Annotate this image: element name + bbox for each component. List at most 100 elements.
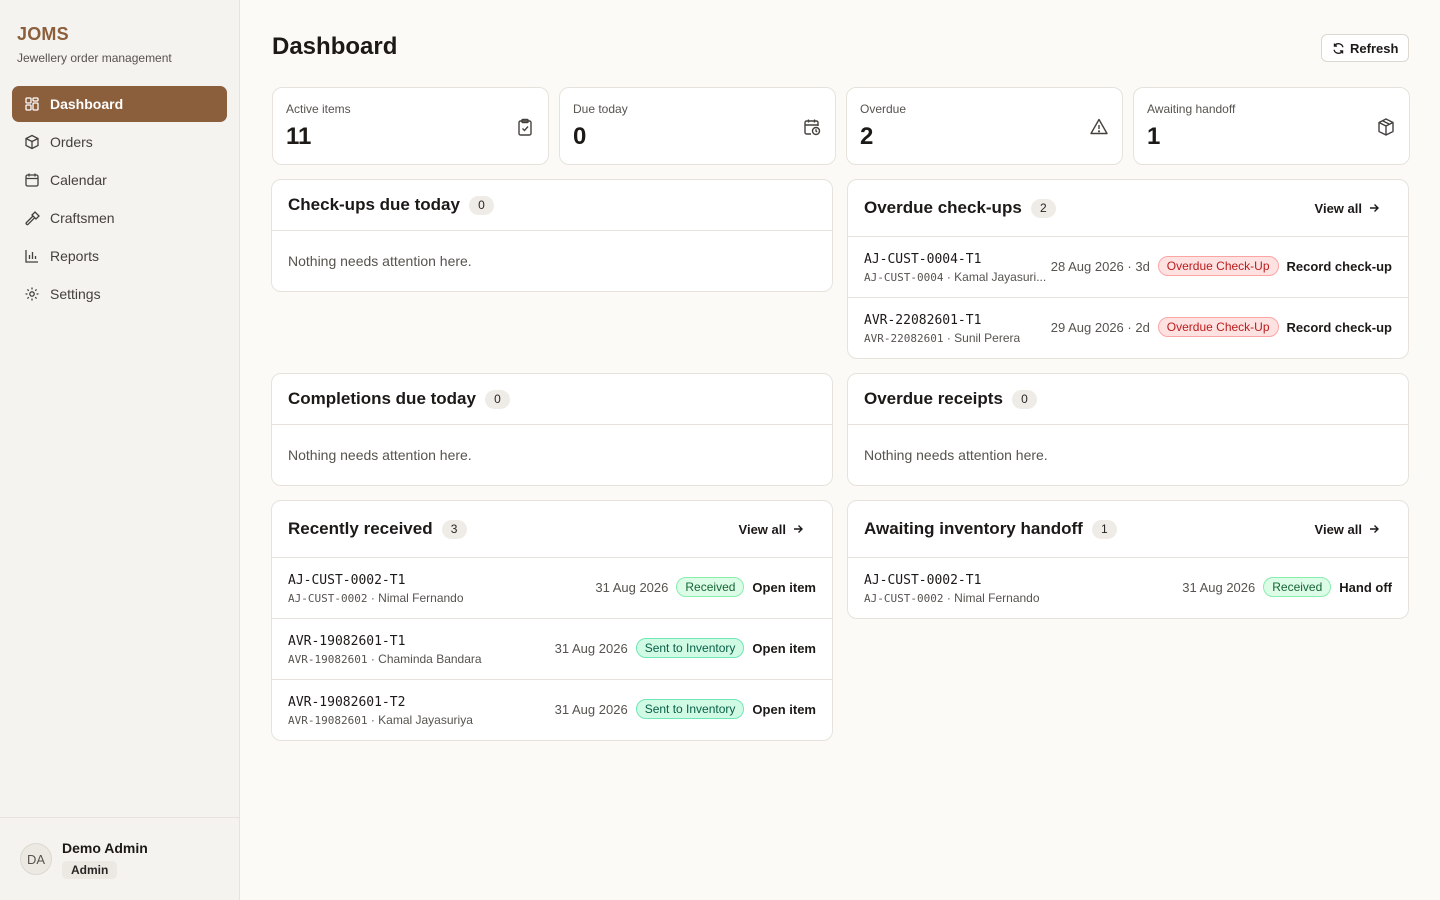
count-badge: 0 (484, 389, 510, 409)
sidebar-item-craftsmen[interactable]: Craftsmen (12, 200, 227, 236)
calendar-icon (25, 173, 39, 187)
sidebar-item-settings[interactable]: Settings (12, 276, 227, 312)
sidebar-item-label: Reports (50, 248, 100, 264)
view-all-label: View all (1314, 200, 1362, 216)
refresh-icon (1333, 42, 1344, 54)
table-row[interactable]: AJ-CUST-0002-T1 AJ-CUST-0002 · Nimal Fer… (848, 558, 1408, 618)
refresh-button[interactable]: Refresh (1321, 34, 1410, 62)
overdue-checkups-card: Overdue check-ups 2 View all AJ-CUST-000… (847, 179, 1409, 359)
table-row[interactable]: AVR-19082601-T2 AVR-19082601 · Kamal Jay… (272, 680, 832, 740)
stat-label: Due today (573, 102, 628, 116)
refresh-label: Refresh (1350, 40, 1399, 56)
table-row[interactable]: AVR-19082601-T1 AVR-19082601 · Chaminda … (272, 619, 832, 680)
card-header: Overdue receipts 0 (848, 374, 1408, 425)
item-id: AVR-22082601-T1 (864, 313, 982, 328)
count-badge: 0 (468, 195, 494, 215)
hand-off-button[interactable]: Hand off (1339, 580, 1392, 595)
empty-state: Nothing needs attention here. (288, 447, 472, 463)
table-row[interactable]: AJ-CUST-0002-T1 AJ-CUST-0002 · Nimal Fer… (272, 558, 832, 619)
sidebar-item-label: Dashboard (50, 96, 124, 112)
card-header: Check-ups due today 0 (272, 180, 832, 231)
view-all-link[interactable]: View all (1315, 201, 1380, 216)
stat-value: 2 (860, 123, 874, 150)
card-title: Completions due today (288, 389, 476, 408)
view-all-link[interactable]: View all (1315, 522, 1380, 537)
completions-due-today-card: Completions due today 0 Nothing needs at… (271, 373, 833, 486)
table-row[interactable]: AVR-22082601-T1 AVR-22082601 · Sunil Per… (848, 298, 1408, 358)
row-meta: 31 Aug 2026 Received Hand off (1182, 577, 1392, 597)
stat-label: Awaiting handoff (1147, 102, 1236, 116)
card-title: Overdue check-ups (864, 198, 1022, 217)
item-subtitle: AVR-22082601 · Sunil Perera (864, 331, 1021, 345)
stat-card-awaiting-handoff: Awaiting handoff 1 (1133, 87, 1410, 165)
status-badge: Sent to Inventory (635, 699, 745, 719)
stat-card-active-items: Active items 11 (272, 87, 549, 165)
status-badge: Received (1263, 577, 1332, 597)
record-checkup-button[interactable]: Record check-up (1287, 259, 1392, 274)
item-subtitle: AJ-CUST-0002 · Nimal Fernando (864, 591, 1040, 605)
empty-state: Nothing needs attention here. (288, 253, 472, 269)
card-title: Overdue receipts (864, 389, 1003, 408)
item-id: AJ-CUST-0002-T1 (288, 573, 406, 588)
sidebar-item-dashboard[interactable]: Dashboard (12, 86, 227, 122)
count-badge: 0 (1011, 389, 1037, 409)
stat-label: Overdue (860, 102, 907, 116)
sidebar-item-label: Orders (50, 134, 93, 150)
sidebar-item-reports[interactable]: Reports (12, 238, 227, 274)
count-badge: 3 (441, 519, 467, 539)
stat-value: 0 (573, 123, 587, 150)
received-date: 31 Aug 2026 (554, 640, 628, 656)
item-subtitle: AJ-CUST-0002 · Nimal Fernando (288, 591, 464, 605)
item-subtitle: AJ-CUST-0004 · Kamal Jayasuri... (864, 270, 1047, 284)
card-title: Recently received (288, 519, 433, 538)
open-item-button[interactable]: Open item (752, 580, 816, 595)
empty-state: Nothing needs attention here. (864, 447, 1048, 463)
sidebar-nav: Dashboard Orders Calendar Craftsmen Repo… (12, 86, 227, 314)
card-header: Recently received 3 View all (272, 501, 832, 558)
sidebar-item-label: Settings (50, 286, 101, 302)
box-icon (25, 134, 39, 150)
gear-icon (25, 287, 39, 301)
calendar-clock-icon (804, 119, 821, 136)
record-checkup-button[interactable]: Record check-up (1287, 320, 1392, 335)
sidebar-item-label: Craftsmen (50, 210, 115, 226)
card-title: Check-ups due today (288, 195, 460, 214)
card-header: Completions due today 0 (272, 374, 832, 425)
stat-value: 1 (1147, 123, 1161, 150)
view-all-link[interactable]: View all (739, 522, 804, 537)
card-header: Overdue check-ups 2 View all (848, 180, 1408, 237)
user-panel[interactable]: DA Demo Admin Admin (0, 817, 239, 900)
avatar: DA (20, 843, 52, 875)
app-tagline: Jewellery order management (17, 51, 172, 65)
sidebar-item-orders[interactable]: Orders (12, 124, 227, 160)
row-meta: 31 Aug 2026 Sent to Inventory Open item (555, 638, 816, 658)
open-item-button[interactable]: Open item (752, 641, 816, 656)
due-date: 29 Aug 2026 · 2d (1050, 319, 1150, 335)
table-row[interactable]: AJ-CUST-0004-T1 AJ-CUST-0004 · Kamal Jay… (848, 237, 1408, 298)
item-id: AVR-19082601-T1 (288, 634, 406, 649)
arrow-right-icon (1370, 204, 1379, 212)
item-id: AJ-CUST-0004-T1 (864, 252, 982, 267)
sidebar: JOMS Jewellery order management Dashboar… (0, 0, 240, 900)
view-all-label: View all (1314, 521, 1362, 537)
item-subtitle: AVR-19082601 · Chaminda Bandara (288, 652, 482, 666)
arrow-right-icon (794, 525, 803, 533)
checkups-due-today-card: Check-ups due today 0 Nothing needs atte… (271, 179, 833, 292)
recently-received-card: Recently received 3 View all AJ-CUST-000… (271, 500, 833, 741)
open-item-button[interactable]: Open item (752, 702, 816, 717)
user-name: Demo Admin (62, 840, 148, 856)
view-all-label: View all (738, 521, 786, 537)
item-subtitle: AVR-19082601 · Kamal Jayasuriya (288, 713, 473, 727)
overdue-receipts-card: Overdue receipts 0 Nothing needs attenti… (847, 373, 1409, 486)
received-date: 31 Aug 2026 (554, 701, 628, 717)
status-badge: Overdue Check-Up (1157, 256, 1279, 276)
package-icon (1378, 118, 1394, 136)
received-date: 31 Aug 2026 (595, 579, 669, 595)
hammer-icon (25, 211, 40, 226)
main-content: Dashboard Refresh Active items 11 Due to… (240, 0, 1440, 900)
sidebar-item-calendar[interactable]: Calendar (12, 162, 227, 198)
arrow-right-icon (1370, 525, 1379, 533)
due-date: 28 Aug 2026 · 3d (1050, 258, 1150, 274)
card-title: Awaiting inventory handoff (864, 519, 1083, 538)
status-badge: Overdue Check-Up (1157, 317, 1279, 337)
